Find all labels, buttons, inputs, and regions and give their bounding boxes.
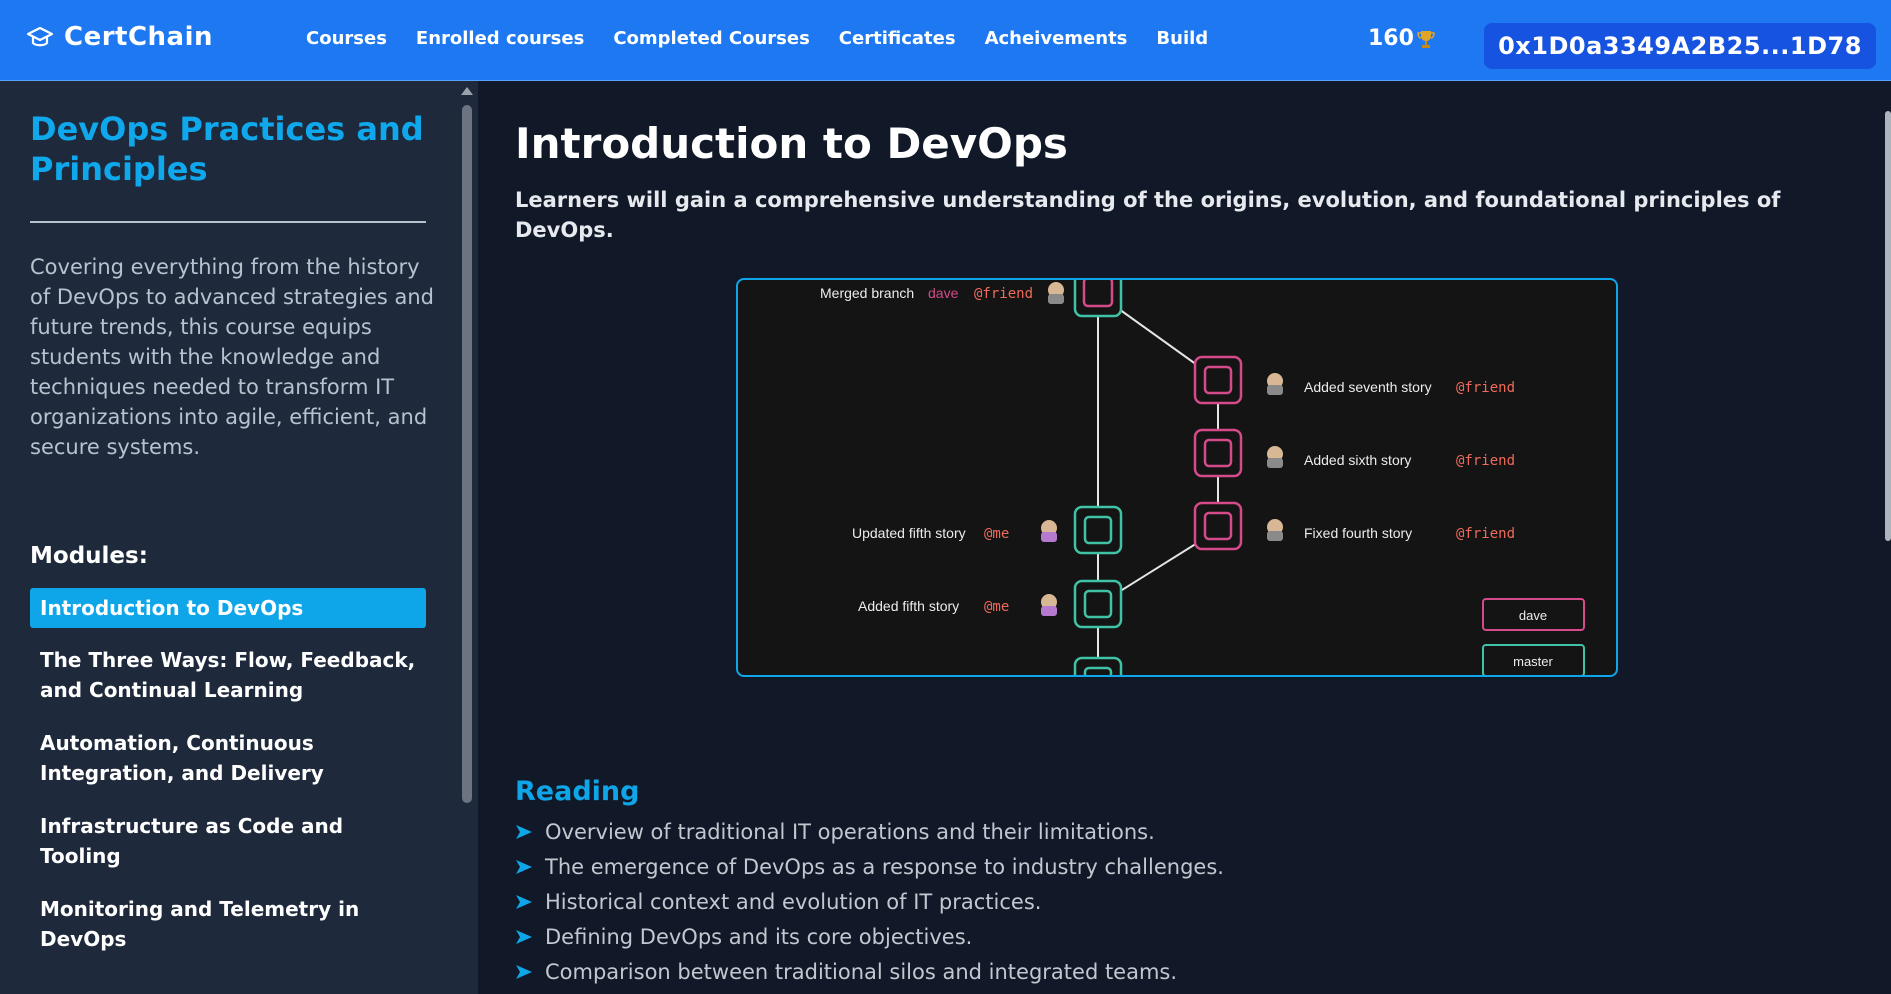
arrow-bullet-icon: [516, 894, 532, 909]
reading-item-text: Defining DevOps and its core objectives.: [545, 924, 973, 949]
commit-message: Fixed fourth story: [1304, 525, 1412, 541]
merged-label: Merged branch: [820, 285, 914, 301]
merged-branch-name: dave: [928, 285, 959, 301]
commit-user: @friend: [1456, 526, 1515, 542]
reading-item: The emergence of DevOps as a response to…: [515, 849, 1224, 884]
commit-message: Added sixth story: [1304, 452, 1411, 468]
avatar-icon: [1041, 520, 1057, 542]
reading-item-text: The emergence of DevOps as a response to…: [545, 854, 1224, 879]
arrow-bullet-icon: [516, 824, 532, 839]
main-scrollbar[interactable]: [1882, 81, 1891, 994]
sidebar-divider: [30, 221, 426, 223]
points-display: 160: [1368, 26, 1435, 51]
course-description: Covering everything from the history of …: [30, 255, 434, 459]
nav-achievements[interactable]: Acheivements: [985, 28, 1128, 49]
commit-node-seventh: [1193, 355, 1243, 405]
brand[interactable]: CertChain: [26, 22, 213, 52]
module-list: Introduction to DevOps The Three Ways: F…: [30, 588, 426, 968]
scroll-up-arrow-icon[interactable]: [461, 87, 473, 95]
nav-completed-courses[interactable]: Completed Courses: [613, 28, 809, 49]
module-intro: Learners will gain a comprehensive under…: [515, 188, 1781, 242]
sidebar-scroll-thumb[interactable]: [462, 105, 472, 803]
avatar-icon: [1267, 373, 1283, 395]
reading-item: Historical context and evolution of IT p…: [515, 884, 1224, 919]
reading-item: Comparison between traditional silos and…: [515, 954, 1224, 989]
course-sidebar: DevOps Practices and Principles Covering…: [0, 81, 456, 994]
commit-node-updated-fifth: [1073, 505, 1123, 555]
commit-message: Added fifth story: [858, 598, 959, 614]
commit-user: @me: [984, 526, 1009, 542]
top-navbar: CertChain Courses Enrolled courses Compl…: [0, 0, 1891, 81]
merged-user: @friend: [974, 286, 1033, 302]
reading-item: Overview of traditional IT operations an…: [515, 814, 1224, 849]
commit-user: @me: [984, 599, 1009, 615]
avatar-icon: [1048, 282, 1064, 304]
avatar-icon: [1267, 446, 1283, 468]
branch-tag-master-label: master: [1513, 654, 1553, 669]
brand-name: CertChain: [64, 22, 214, 52]
commit-node-fourth: [1193, 501, 1243, 551]
wallet-address-button[interactable]: 0x1D0a3349A2B25...1D78: [1484, 23, 1876, 69]
points-value: 160: [1368, 26, 1414, 51]
nav-enrolled-courses[interactable]: Enrolled courses: [416, 28, 584, 49]
page-title: Introduction to DevOps: [515, 119, 1068, 168]
graduation-cap-icon: [26, 26, 54, 47]
module-item-infrastructure[interactable]: Infrastructure as Code and Tooling: [30, 802, 426, 880]
main-scroll-thumb[interactable]: [1885, 111, 1891, 541]
arrow-bullet-icon: [516, 964, 532, 979]
course-title: DevOps Practices and Principles: [30, 110, 424, 188]
reading-item-text: Comparison between traditional silos and…: [545, 959, 1178, 984]
reading-item-text: Historical context and evolution of IT p…: [545, 889, 1042, 914]
branch-tag-dave-label: dave: [1519, 608, 1547, 623]
trophy-icon: [1417, 30, 1435, 48]
reading-heading: Reading: [515, 776, 640, 807]
reading-list: Overview of traditional IT operations an…: [515, 814, 1224, 989]
commit-node-sixth: [1193, 428, 1243, 478]
arrow-bullet-icon: [516, 929, 532, 944]
commit-user: @friend: [1456, 453, 1515, 469]
nav-build[interactable]: Build: [1156, 28, 1208, 49]
module-content: Introduction to DevOps Learners will gai…: [478, 81, 1891, 994]
sidebar-scrollbar[interactable]: [456, 81, 478, 994]
arrow-bullet-icon: [516, 859, 532, 874]
module-item-monitoring[interactable]: Monitoring and Telemetry in DevOps: [30, 885, 426, 963]
module-item-automation[interactable]: Automation, Continuous Integration, and …: [30, 719, 426, 797]
reading-item-text: Overview of traditional IT operations an…: [545, 819, 1155, 844]
commit-user: @friend: [1456, 380, 1515, 396]
commit-node-merge-outer: [1073, 280, 1123, 318]
reading-item: Defining DevOps and its core objectives.: [515, 919, 1224, 954]
module-item-introduction[interactable]: Introduction to DevOps: [30, 588, 426, 628]
commit-node-added-fifth: [1073, 579, 1123, 629]
commit-message: Updated fifth story: [852, 525, 966, 541]
git-branch-diagram: Merged branch dave @friend Added seventh…: [736, 278, 1618, 677]
avatar-icon: [1267, 519, 1283, 541]
commit-node-partial: [1073, 656, 1123, 675]
modules-heading: Modules:: [30, 543, 148, 569]
nav-certificates[interactable]: Certificates: [839, 28, 956, 49]
main-nav: Courses Enrolled courses Completed Cours…: [306, 28, 1237, 49]
module-item-three-ways[interactable]: The Three Ways: Flow, Feedback, and Cont…: [30, 636, 426, 714]
nav-courses[interactable]: Courses: [306, 28, 387, 49]
avatar-icon: [1041, 594, 1057, 616]
commit-message: Added seventh story: [1304, 379, 1432, 395]
